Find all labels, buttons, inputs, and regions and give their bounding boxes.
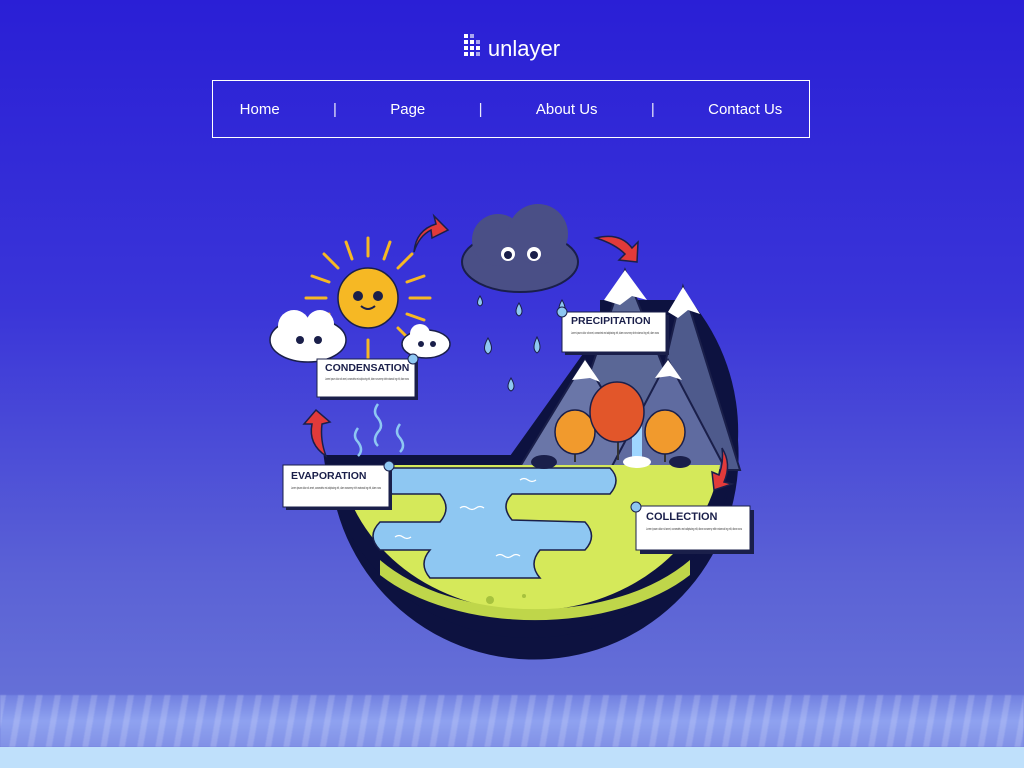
cloud-right — [401, 324, 451, 359]
vapor-lines — [353, 403, 405, 457]
water-surface-image — [0, 695, 1024, 747]
rock — [486, 596, 494, 604]
cloud-left — [269, 310, 347, 363]
evaporation-desc: Lorem ipsum dolor sit amet, consectetu e… — [291, 485, 381, 490]
rock — [522, 594, 526, 598]
condensation-desc: Lorem ipsum dolor sit amet, consectetu e… — [325, 376, 409, 381]
precipitation-desc: Lorem ipsum dolor sit amet, consectetu e… — [571, 330, 659, 335]
snow-bush — [623, 456, 651, 468]
collection-title: COLLECTION — [646, 511, 718, 523]
mountains — [516, 267, 742, 471]
condensation-title: CONDENSATION — [325, 362, 409, 374]
precipitation-title: PRECIPITATION — [571, 315, 651, 327]
arrow-up-right-icon — [413, 213, 450, 253]
water-cycle-illustration: CONDENSATION Lorem ipsum dolor sit amet,… — [269, 204, 754, 660]
rain-drops — [477, 295, 566, 392]
rain-cloud-icon — [461, 204, 579, 293]
arrow-down-right-icon — [593, 235, 639, 263]
arrow-up-icon — [302, 408, 332, 458]
evaporation-title: EVAPORATION — [291, 470, 366, 482]
footer-strip — [0, 747, 1024, 768]
collection-desc: Lorem ipsum dolor sit amet, consectetu e… — [646, 526, 742, 531]
